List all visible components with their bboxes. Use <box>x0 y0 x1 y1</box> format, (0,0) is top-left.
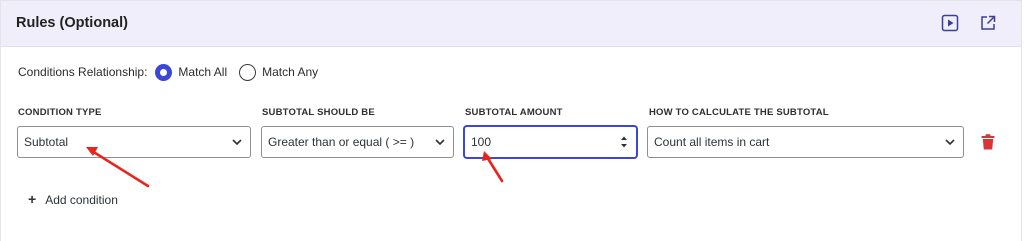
add-condition-label: Add condition <box>45 193 118 207</box>
calculation-label: HOW TO CALCULATE THE SUBTOTAL <box>649 107 829 118</box>
chevron-down-icon <box>945 138 955 146</box>
panel-header: Rules (Optional) <box>1 1 1021 47</box>
conditions-relationship: Conditions Relationship: Match All Match… <box>18 63 318 81</box>
match-all-label: Match All <box>178 65 228 79</box>
trash-icon[interactable] <box>981 134 995 150</box>
calculation-method-select[interactable]: Count all items in cart <box>647 126 964 158</box>
plus-icon: + <box>28 191 37 207</box>
rules-panel: Rules (Optional) Conditions Relationship… <box>0 0 1022 241</box>
subtotal-amount-input[interactable]: 100 <box>464 126 637 158</box>
match-any-option[interactable]: Match Any <box>239 63 319 81</box>
relationship-label: Conditions Relationship: <box>18 65 148 79</box>
subtotal-amount-label: SUBTOTAL AMOUNT <box>465 107 563 118</box>
match-any-label: Match Any <box>262 65 319 79</box>
match-any-radio[interactable] <box>239 63 257 81</box>
chevron-down-icon <box>232 138 242 146</box>
calculation-value: Count all items in cart <box>654 135 770 149</box>
add-condition-button[interactable]: + Add condition <box>28 191 118 207</box>
subtotal-should-be-label: SUBTOTAL SHOULD BE <box>262 107 375 118</box>
play-icon[interactable] <box>941 14 959 32</box>
subtotal-operator-select[interactable]: Greater than or equal ( >= ) <box>261 126 454 158</box>
condition-type-label: CONDITION TYPE <box>18 107 102 118</box>
operator-value: Greater than or equal ( >= ) <box>268 135 415 149</box>
match-all-radio[interactable] <box>155 63 173 81</box>
chevron-down-icon <box>435 138 445 146</box>
condition-type-select[interactable]: Subtotal <box>17 126 251 158</box>
condition-type-value: Subtotal <box>24 135 69 149</box>
number-stepper-icon[interactable] <box>620 135 628 149</box>
amount-value: 100 <box>471 135 492 149</box>
match-all-option[interactable]: Match All <box>155 63 228 81</box>
panel-title: Rules (Optional) <box>16 15 128 31</box>
external-link-icon[interactable] <box>979 14 997 32</box>
